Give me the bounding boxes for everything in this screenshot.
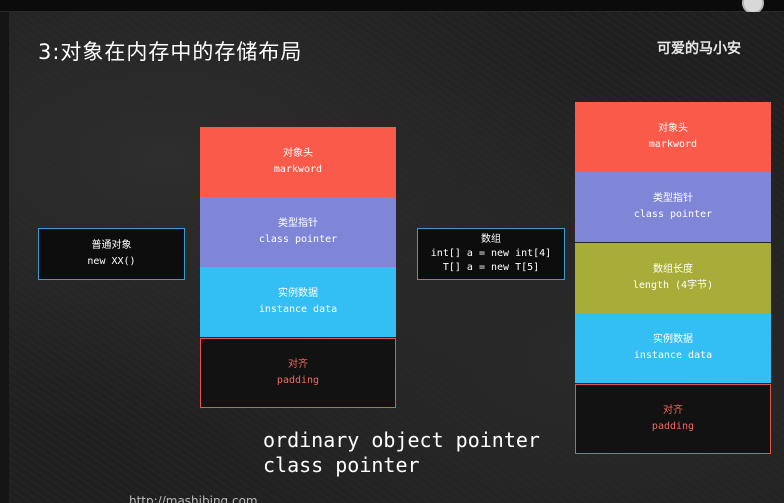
array-object-label: 数组 int[] a = new int[4] T[] a = new T[5] — [417, 228, 565, 280]
watermark: 可爱的马小安 — [657, 41, 741, 57]
block-label-en: padding — [276, 375, 320, 386]
block-label-cn: 对象头 — [658, 123, 688, 134]
block-label-cn: 实例数据 — [653, 334, 693, 345]
source-url: http://mashibing.com — [129, 494, 258, 503]
array-markword-block: 对象头 markword — [575, 102, 771, 172]
block-label-en: padding — [651, 421, 695, 432]
array-object-title: 数组 — [481, 234, 501, 245]
block-label-en: markword — [648, 139, 698, 150]
ordinary-object-code: new XX() — [87, 256, 136, 267]
block-label-cn: 数组长度 — [653, 264, 693, 275]
caption-line-class-pointer: class pointer — [263, 453, 420, 477]
ordinary-instance-data-block: 实例数据 instance data — [200, 267, 396, 337]
array-class-pointer-block: 类型指针 class pointer — [575, 172, 771, 242]
block-label-cn: 类型指针 — [278, 218, 318, 229]
block-label-cn: 对齐 — [288, 359, 308, 370]
block-label-en: class pointer — [258, 234, 338, 245]
slide-canvas: 3:对象在内存中的存储布局 可爱的马小安 普通对象 new XX() 对象头 m… — [9, 12, 784, 503]
ordinary-padding-block: 对齐 padding — [200, 338, 396, 408]
ordinary-object-title: 普通对象 — [91, 240, 132, 251]
pointer-caption: ordinary object pointer class pointer — [263, 428, 540, 478]
array-int-code: int[] a = new int[4] — [430, 248, 552, 259]
array-length-block: 数组长度 length (4字节) — [575, 243, 771, 313]
ordinary-class-pointer-block: 类型指针 class pointer — [200, 197, 396, 267]
array-padding-block: 对齐 padding — [575, 384, 771, 454]
block-label-cn: 类型指针 — [653, 193, 693, 204]
block-label-cn: 对齐 — [663, 405, 683, 416]
block-label-en: class pointer — [633, 209, 713, 220]
slide-title: 3:对象在内存中的存储布局 — [38, 40, 303, 64]
block-label-en: instance data — [633, 350, 713, 361]
block-label-cn: 对象头 — [283, 148, 313, 159]
array-t-code: T[] a = new T[5] — [442, 262, 540, 273]
ordinary-markword-block: 对象头 markword — [200, 127, 396, 197]
caption-line-oop: ordinary object pointer — [263, 428, 540, 452]
block-label-en: length (4字节) — [632, 280, 714, 291]
block-label-en: instance data — [258, 304, 338, 315]
block-label-cn: 实例数据 — [278, 288, 318, 299]
block-label-en: markword — [273, 164, 323, 175]
top-bar — [0, 0, 784, 14]
array-instance-data-block: 实例数据 instance data — [575, 313, 771, 383]
ordinary-object-label: 普通对象 new XX() — [38, 228, 185, 280]
